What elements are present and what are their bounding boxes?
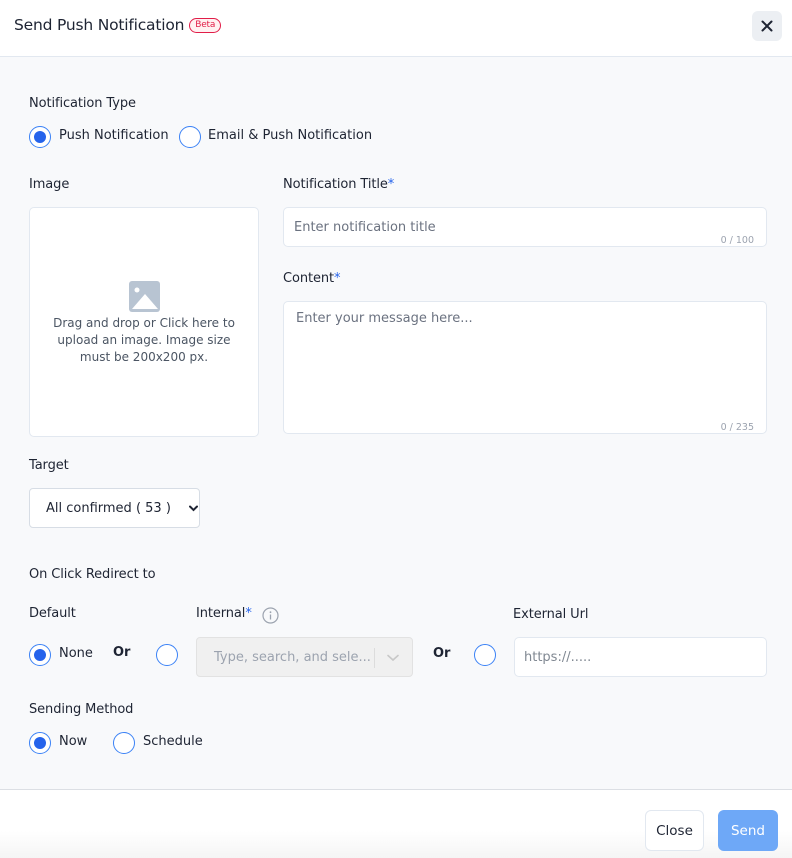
radio-send-now-label[interactable]: Now (59, 734, 87, 749)
external-url-input[interactable]: https://..... (514, 637, 767, 677)
internal-page-combobox[interactable]: Type, search, and sele... (196, 637, 413, 677)
notification-title-label-text: Notification Title (283, 177, 388, 192)
notification-type-label: Notification Type (29, 96, 136, 111)
chevron-down-icon (189, 505, 198, 512)
or-separator: Or (433, 646, 451, 661)
image-upload-dropzone[interactable]: Drag and drop or Click here to upload an… (29, 207, 259, 437)
dialog-title-row: Send Push Notification Beta (14, 16, 222, 34)
internal-label-text: Internal (196, 606, 246, 621)
external-url-label: External Url (513, 607, 589, 622)
dialog-header: Send Push Notification Beta (0, 0, 792, 57)
combobox-divider (374, 648, 375, 668)
internal-label: Internal* (196, 606, 252, 621)
content-textarea[interactable]: Enter your message here... 0 / 235 (283, 301, 767, 434)
radio-redirect-internal[interactable] (156, 644, 178, 666)
required-mark: * (334, 271, 341, 286)
radio-redirect-none[interactable] (29, 644, 51, 666)
image-label: Image (29, 177, 70, 192)
or-separator: Or (113, 645, 131, 660)
target-select[interactable]: All confirmed ( 53 ) (29, 488, 200, 528)
radio-send-schedule[interactable] (113, 732, 135, 754)
beta-badge: Beta (189, 17, 222, 33)
required-mark: * (245, 606, 252, 621)
chevron-down-icon[interactable] (387, 654, 399, 662)
content-label: Content* (283, 271, 341, 286)
radio-send-schedule-label[interactable]: Schedule (143, 734, 203, 749)
close-icon (761, 20, 773, 32)
default-label: Default (29, 606, 76, 621)
send-button[interactable]: Send (718, 810, 778, 851)
redirect-label: On Click Redirect to (29, 567, 156, 582)
info-icon[interactable] (262, 607, 279, 624)
sending-method-label: Sending Method (29, 702, 134, 717)
radio-email-push-notification[interactable] (179, 126, 201, 148)
content-placeholder: Enter your message here... (296, 311, 473, 326)
radio-redirect-external[interactable] (474, 644, 496, 666)
dialog-footer: Close Send (0, 789, 792, 858)
radio-email-push-notification-label[interactable]: Email & Push Notification (208, 128, 372, 143)
notification-title-counter: 0 / 100 (720, 235, 754, 246)
notification-title-label: Notification Title* (283, 177, 394, 192)
dialog-title: Send Push Notification (14, 16, 185, 34)
target-label: Target (29, 458, 69, 473)
required-mark: * (387, 177, 395, 192)
radio-push-notification[interactable] (29, 126, 51, 148)
content-label-text: Content (283, 271, 335, 286)
image-upload-hint: Drag and drop or Click here to upload an… (53, 316, 235, 364)
radio-redirect-none-label[interactable]: None (59, 646, 93, 661)
content-counter: 0 / 235 (720, 422, 754, 433)
close-button[interactable]: Close (645, 810, 704, 851)
notification-title-placeholder: Enter notification title (294, 220, 436, 235)
image-icon (129, 281, 160, 312)
internal-page-placeholder: Type, search, and sele... (214, 650, 371, 665)
radio-push-notification-label[interactable]: Push Notification (59, 128, 169, 143)
radio-send-now[interactable] (29, 732, 51, 754)
target-selected-value: All confirmed ( 53 ) (46, 501, 171, 516)
external-url-placeholder: https://..... (524, 650, 592, 665)
close-dialog-button[interactable] (752, 11, 782, 41)
notification-title-input[interactable]: Enter notification title 0 / 100 (283, 207, 767, 247)
